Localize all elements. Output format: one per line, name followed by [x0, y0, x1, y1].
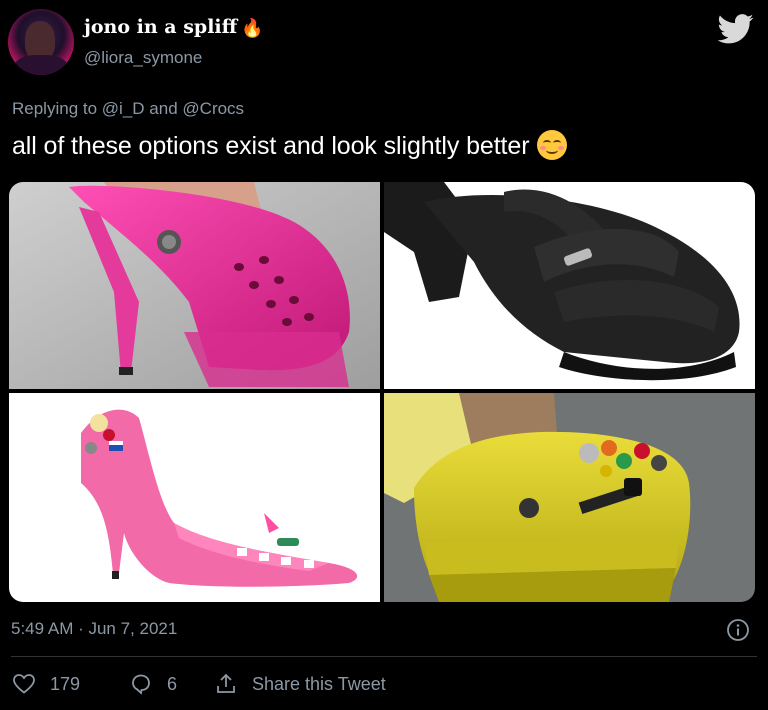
- black-heeled-sandal-photo: [384, 182, 755, 389]
- reply-button[interactable]: 6: [129, 672, 177, 696]
- smiling-face-emoji-icon: [537, 130, 568, 160]
- user-handle[interactable]: @liora_symone: [84, 48, 202, 68]
- reply-count: 6: [167, 673, 178, 694]
- media-photo-4[interactable]: [384, 393, 755, 602]
- mention-link-crocs[interactable]: @Crocs: [182, 99, 244, 118]
- heart-icon: [13, 674, 35, 694]
- divider: [11, 656, 757, 657]
- action-bar: 179 6 Share this Tweet: [0, 672, 768, 706]
- like-count: 179: [50, 673, 81, 694]
- tweet-text-body: all of these options exist and look slig…: [12, 132, 530, 160]
- display-name[interactable]: jono in a spliff 🔥: [84, 16, 264, 39]
- pink-heeled-clog-photo: [9, 182, 380, 389]
- pink-stiletto-croc-photo: [9, 393, 380, 602]
- share-label: Share this Tweet: [252, 673, 386, 694]
- twitter-bird-icon[interactable]: [718, 14, 754, 44]
- tweet-text: all of these options exist and look slig…: [12, 130, 568, 161]
- display-name-text: jono in a spliff: [84, 16, 238, 38]
- avatar-shirt: [14, 55, 68, 75]
- mention-link-i-d[interactable]: @i_D: [102, 99, 145, 118]
- avatar[interactable]: [8, 9, 74, 75]
- info-icon[interactable]: [726, 618, 750, 642]
- replying-joiner: and: [149, 99, 178, 118]
- media-photo-1[interactable]: [9, 182, 380, 389]
- share-upload-icon: [217, 673, 235, 693]
- replying-prefix: Replying to: [12, 99, 98, 118]
- yellow-platform-croc-photo: [384, 393, 755, 602]
- media-grid: [9, 182, 755, 602]
- media-photo-2[interactable]: [384, 182, 755, 389]
- fire-icon: 🔥: [241, 18, 264, 39]
- replying-to: Replying to @i_D and @Crocs: [12, 99, 244, 119]
- tweet-card: jono in a spliff 🔥 @liora_symone Replying…: [0, 0, 768, 710]
- share-button[interactable]: Share this Tweet: [214, 672, 386, 696]
- tweet-timestamp[interactable]: 5:49 AM · Jun 7, 2021: [11, 619, 177, 639]
- like-button[interactable]: 179: [12, 672, 80, 696]
- reply-bubble-icon: [132, 674, 150, 695]
- media-photo-3[interactable]: [9, 393, 380, 602]
